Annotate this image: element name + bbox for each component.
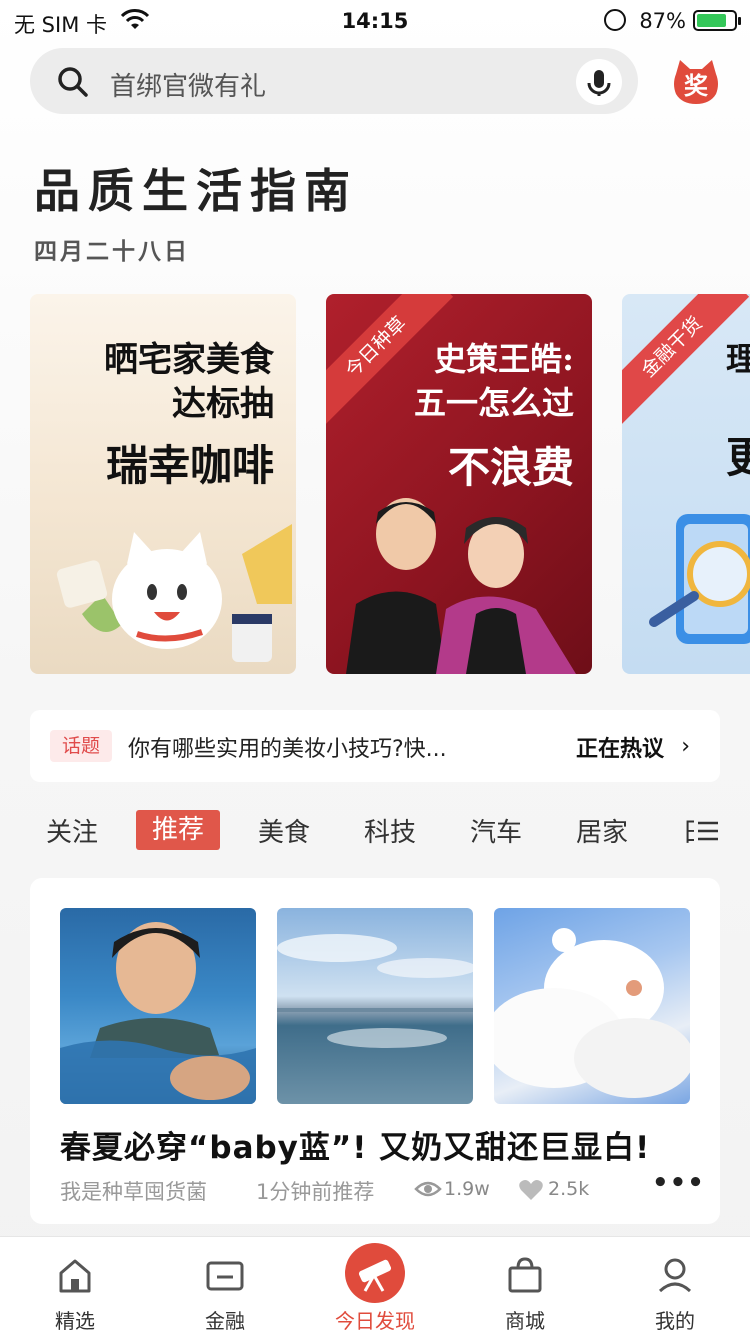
feed-thumbnail-sea <box>277 908 473 1104</box>
card-line-2: 五一怎么过 <box>413 384 574 422</box>
nav-label: 金融 <box>205 1309 245 1333</box>
nav-label: 我的 <box>655 1309 695 1333</box>
home-icon <box>59 1259 91 1293</box>
promo-card-finance[interactable]: 金融干货 理 更 <box>622 294 750 674</box>
clock: 14:15 <box>341 9 409 33</box>
prize-badge-text: 奖 <box>684 72 709 100</box>
feed-thumbnail-swimmer <box>60 908 256 1104</box>
phone-magnifier-illustration <box>649 514 750 644</box>
nav-label: 商城 <box>505 1309 545 1333</box>
topic-tag: 话题 <box>50 730 113 762</box>
tab-auto[interactable]: 汽车 <box>470 812 522 849</box>
promo-card-food[interactable]: 晒宅家美食 达标抽 瑞幸咖啡 <box>30 294 296 674</box>
nav-label: 今日发现 <box>335 1309 415 1333</box>
more-options-icon[interactable]: ••• <box>652 1168 705 1198</box>
card-line-2: 达标抽 <box>172 384 274 424</box>
orientation-lock-icon <box>604 9 626 31</box>
card-line-1: 晒宅家美食 <box>104 340 274 380</box>
status-bar: 无 SIM 卡 14:15 87% <box>0 0 750 44</box>
feed-author: 我是种草囤货菌 <box>60 1180 207 1204</box>
feed-thumbnail-cloud <box>494 908 690 1104</box>
trending-label: 正在热议 <box>575 737 664 762</box>
hot-topic-bar[interactable]: 话题 你有哪些实用的美妆小技巧?快... 正在热议 › <box>30 710 720 782</box>
nav-mine[interactable]: 我的 <box>600 1237 750 1334</box>
feed-time: 1分钟前推荐 <box>256 1180 375 1204</box>
heart-icon[interactable] <box>518 1178 544 1202</box>
menu-icon[interactable] <box>696 820 720 842</box>
search-placeholder: 首绑官微有礼 <box>110 72 267 102</box>
discover-bubble <box>345 1243 405 1303</box>
view-count: 1.9w <box>444 1178 490 1200</box>
microphone-icon <box>587 70 611 96</box>
telescope-icon <box>358 1259 392 1292</box>
promo-card-interview[interactable]: 今日种草 史策王皓: 五一怎么过 不浪费 <box>326 294 592 674</box>
like-count: 2.5k <box>548 1178 590 1200</box>
nav-label: 精选 <box>55 1309 95 1333</box>
cat-prize-icon: 奖 <box>674 60 718 104</box>
card-line-1: 史策王皓: <box>434 340 574 378</box>
tab-tech[interactable]: 科技 <box>364 812 416 849</box>
tab-home[interactable]: 居家 <box>576 812 628 849</box>
search-icon <box>58 67 88 97</box>
bag-icon <box>508 1257 542 1293</box>
chevron-right-icon: › <box>681 734 690 759</box>
card-icon <box>206 1261 244 1291</box>
bottom-nav: 精选 金融 今日发现 商城 我的 <box>0 1236 750 1334</box>
category-tabs: 关注 推荐 美食 科技 汽车 居家 日 <box>0 806 750 856</box>
people-photo <box>346 498 576 674</box>
voice-search-button[interactable] <box>576 59 622 105</box>
search-bar[interactable]: 首绑官微有礼 <box>30 48 638 114</box>
nav-featured[interactable]: 精选 <box>0 1237 150 1334</box>
tab-recommend[interactable]: 推荐 <box>136 810 221 850</box>
user-icon <box>658 1258 692 1293</box>
card-line-3: 瑞幸咖啡 <box>105 441 274 490</box>
prize-button[interactable]: 奖 <box>670 56 722 108</box>
nav-discover[interactable]: 今日发现 <box>300 1237 450 1334</box>
feed-card[interactable]: 春夏必穿“baby蓝”! 又奶又甜还巨显白! 我是种草囤货菌 1分钟前推荐 1.… <box>30 878 720 1224</box>
feed-title: 春夏必穿“baby蓝”! 又奶又甜还巨显白! <box>60 1130 651 1166</box>
card-line-2: 更 <box>726 433 750 482</box>
battery-percentage: 87% <box>639 9 686 33</box>
card-line-1: 理 <box>726 340 750 378</box>
nav-mall[interactable]: 商城 <box>450 1237 600 1334</box>
cat-mascot-illustration <box>56 524 292 662</box>
page-date: 四月二十八日 <box>34 238 190 265</box>
tab-food[interactable]: 美食 <box>258 812 310 849</box>
page-title: 品质生活指南 <box>34 164 358 218</box>
topic-text: 你有哪些实用的美妆小技巧?快... <box>128 737 447 762</box>
tab-follow[interactable]: 关注 <box>46 812 98 849</box>
tab-partial[interactable]: 日 <box>682 812 694 849</box>
battery-icon <box>693 10 741 31</box>
nav-finance[interactable]: 金融 <box>150 1237 300 1334</box>
eye-icon <box>414 1181 442 1197</box>
